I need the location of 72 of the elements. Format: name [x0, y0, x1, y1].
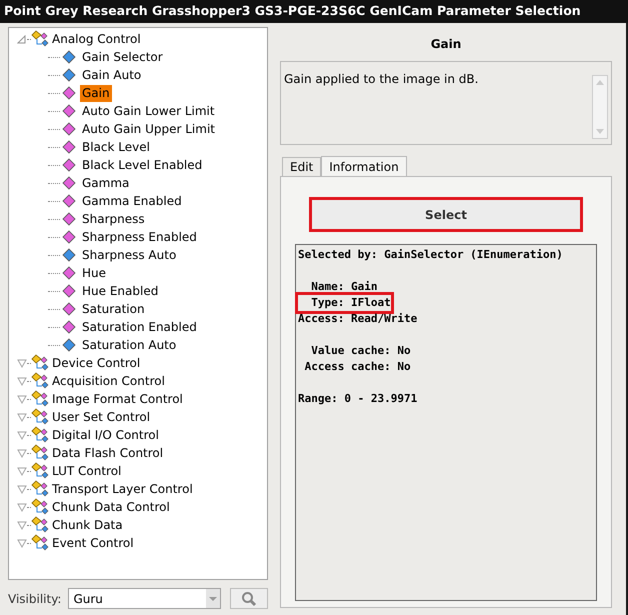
- tree-item[interactable]: Sharpness: [80, 210, 147, 228]
- category-icon: [31, 516, 51, 534]
- search-icon: [240, 590, 257, 606]
- expander-icon[interactable]: [17, 358, 27, 368]
- expander-icon[interactable]: [17, 484, 27, 494]
- category-icon: [31, 444, 51, 462]
- expander-icon[interactable]: [17, 412, 27, 422]
- tree-item[interactable]: Saturation: [80, 300, 147, 318]
- tree-item[interactable]: Gain: [80, 84, 112, 102]
- category-icon: [31, 480, 51, 498]
- tree-item[interactable]: Auto Gain Lower Limit: [80, 102, 217, 120]
- info-line: Access: Read/Write: [298, 311, 418, 327]
- tree-item[interactable]: Sharpness Enabled: [80, 228, 199, 246]
- category-icon: [31, 372, 51, 390]
- tree-category[interactable]: Device Control: [52, 354, 140, 372]
- tree-category[interactable]: Chunk Data: [52, 516, 123, 534]
- window-title: Point Grey Research Grasshopper3 GS3-PGE-23S6C GenICam Parameter Selection: [0, 0, 628, 23]
- category-icon: [31, 408, 51, 426]
- category-icon: [31, 462, 51, 480]
- info-line: Name: Gain: [310, 279, 378, 295]
- expander-icon[interactable]: [17, 430, 27, 440]
- tree-category[interactable]: Transport Layer Control: [52, 480, 193, 498]
- tree-category[interactable]: Digital I/O Control: [52, 426, 159, 444]
- tree-item[interactable]: Sharpness Auto: [80, 246, 178, 264]
- info-line: Type: IFloat: [298, 295, 391, 311]
- tree-item[interactable]: Saturation Enabled: [80, 318, 199, 336]
- expander-icon[interactable]: [17, 520, 27, 530]
- tree-category[interactable]: Image Format Control: [52, 390, 183, 408]
- tree-category[interactable]: Chunk Data Control: [52, 498, 170, 516]
- expander-icon[interactable]: [17, 394, 27, 404]
- tree-category[interactable]: User Set Control: [52, 408, 150, 426]
- tree-item[interactable]: Hue Enabled: [80, 282, 160, 300]
- tree-category[interactable]: Acquisition Control: [52, 372, 165, 390]
- expander-icon[interactable]: [17, 376, 27, 386]
- tree-category[interactable]: Analog Control: [52, 30, 141, 48]
- tab[interactable]: Edit: [282, 157, 322, 176]
- tree-item[interactable]: Auto Gain Upper Limit: [80, 120, 217, 138]
- expander-icon[interactable]: [17, 502, 27, 512]
- tree-item[interactable]: Gamma: [80, 174, 132, 192]
- visibility-label: Visibility:: [8, 590, 62, 608]
- tree-item[interactable]: Saturation Auto: [80, 336, 178, 354]
- tree-category[interactable]: Data Flash Control: [52, 444, 164, 462]
- expander-icon[interactable]: [17, 466, 27, 476]
- search-button[interactable]: [230, 588, 268, 609]
- tree-item[interactable]: Gamma Enabled: [80, 192, 184, 210]
- tree-category[interactable]: LUT Control: [52, 462, 122, 480]
- category-icon: [31, 30, 51, 48]
- expander-icon[interactable]: [17, 538, 27, 548]
- category-icon: [31, 498, 51, 516]
- category-icon: [31, 390, 51, 408]
- scroll-up-icon[interactable]: [596, 80, 604, 85]
- tree-item[interactable]: Black Level: [80, 138, 152, 156]
- tree-item[interactable]: Gain Auto: [80, 66, 144, 84]
- info-line: Access cache: No: [304, 359, 411, 375]
- select-button[interactable]: Select: [309, 197, 583, 232]
- tree-item[interactable]: Gain Selector: [80, 48, 165, 66]
- expander-icon[interactable]: [17, 448, 27, 458]
- description-text: Gain applied to the image in dB.: [284, 71, 480, 88]
- parameter-title: Gain: [430, 36, 462, 53]
- tree-item[interactable]: Black Level Enabled: [80, 156, 204, 174]
- info-line: Value cache: No: [310, 343, 411, 359]
- tree-item[interactable]: Hue: [80, 264, 108, 282]
- category-icon: [31, 354, 51, 372]
- expander-icon[interactable]: [17, 34, 27, 44]
- tab[interactable]: Information: [321, 156, 407, 177]
- visibility-dropdown[interactable]: Guru: [68, 588, 221, 609]
- scroll-down-icon[interactable]: [596, 129, 604, 134]
- category-icon: [31, 534, 51, 552]
- tree-category[interactable]: Event Control: [52, 534, 134, 552]
- info-line: Selected by: GainSelector (IEnumeration): [298, 247, 563, 263]
- category-icon: [31, 426, 51, 444]
- info-line: Range: 0 - 23.9971: [298, 391, 418, 407]
